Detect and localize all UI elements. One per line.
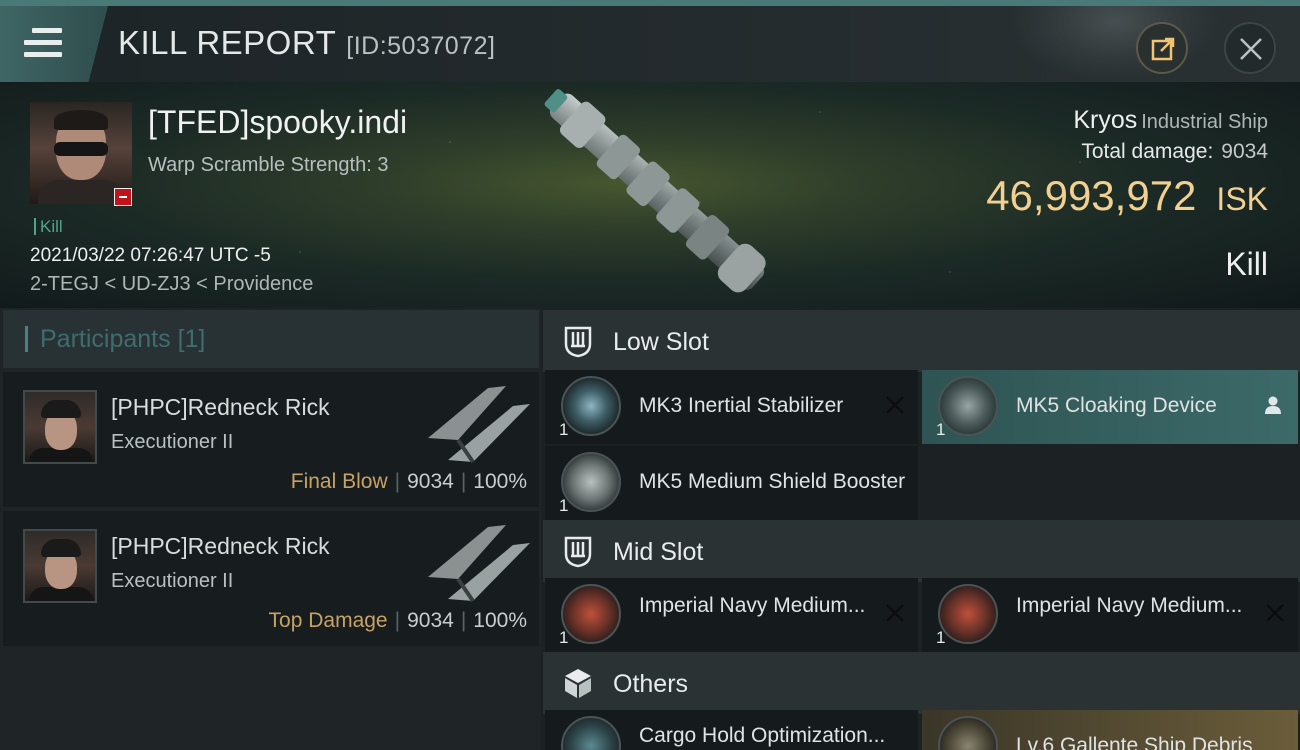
destroyed-x-icon (886, 396, 904, 414)
isk-currency: ISK (1216, 181, 1268, 217)
menu-button[interactable] (0, 6, 108, 82)
module-item[interactable]: 1 Imperial Navy Medium... (922, 578, 1298, 652)
report-id: [ID:5037072] (346, 32, 496, 60)
module-qty: 1 (559, 628, 569, 647)
standing-minus-icon (114, 188, 132, 206)
module-item[interactable]: Lv.6 Gallente Ship Debris (922, 710, 1298, 750)
total-damage: Total damage: 9034 (1081, 140, 1268, 164)
fitting-panel: Low Slot 1 MK3 Inertial Stabilizer 1 MK5… (541, 308, 1300, 750)
module-name: MK5 Medium Shield Booster (639, 470, 906, 493)
total-damage-label: Total damage: (1081, 140, 1214, 163)
module-name: Imperial Navy Medium... (639, 594, 866, 617)
participant-name: [PHPC]Redneck Rick (111, 394, 330, 420)
kill-summary: [TFED]spooky.indi Warp Scramble Strength… (0, 82, 1300, 308)
module-item[interactable]: 1 Imperial Navy Medium... (545, 578, 918, 652)
share-icon (1151, 37, 1175, 61)
section-low-slot: Low Slot (543, 310, 1300, 372)
participants-count: [1] (177, 325, 206, 353)
module-item[interactable]: 1 MK3 Inertial Stabilizer (545, 370, 918, 444)
module-name: Cargo Hold Optimization... (639, 724, 886, 747)
header-bar: KILL REPORT [ID:5037072] (0, 0, 1300, 82)
participant-ship-image (428, 386, 530, 464)
ship-class: Industrial Ship (1141, 111, 1268, 133)
module-name: MK5 Cloaking Device (1016, 394, 1217, 417)
ship-info: Kryos Industrial Ship (1073, 106, 1268, 135)
cargo-hold-optimization-icon (561, 716, 621, 750)
participant-percent: 100% (473, 470, 527, 493)
cloaking-device-icon (938, 376, 998, 436)
title-text: KILL REPORT (118, 24, 337, 61)
destroyed-x-icon (886, 604, 904, 622)
section-label: Low Slot (613, 328, 709, 356)
participant-role: Final Blow (290, 470, 388, 493)
participant-name: [PHPC]Redneck Rick (111, 533, 330, 559)
participant-damage: 9034 (407, 470, 454, 493)
destroyed-x-icon (1266, 604, 1284, 622)
ship-name[interactable]: Kryos (1073, 106, 1137, 134)
module-item[interactable]: 1 MK5 Medium Shield Booster (545, 446, 918, 520)
participant-ship: Executioner II (111, 570, 234, 592)
header-decoration (1010, 6, 1220, 82)
isk-value: 46,993,972 ISK (986, 172, 1268, 220)
ship-debris-icon (938, 716, 998, 750)
participant-stats: Final Blow | 9034 | 100% (290, 470, 527, 493)
participant-card[interactable]: [PHPC]Redneck Rick Executioner II Final … (3, 372, 539, 507)
participants-header[interactable]: Participants [1] (3, 310, 539, 368)
participant-ship-image (428, 525, 530, 603)
participant-avatar[interactable] (23, 390, 97, 464)
participants-label: Participants (40, 325, 171, 353)
module-name: Lv.6 Gallente Ship Debris (1016, 734, 1253, 750)
section-mid-slot: Mid Slot (543, 520, 1300, 582)
module-name: Imperial Navy Medium... (1016, 594, 1243, 617)
participant-role: Top Damage (268, 609, 388, 632)
inertial-stabilizer-icon (561, 376, 621, 436)
victim-name[interactable]: [TFED]spooky.indi (148, 104, 407, 141)
module-item[interactable]: Cargo Hold Optimization... (545, 710, 918, 750)
isk-amount: 46,993,972 (986, 172, 1197, 219)
close-button[interactable] (1224, 22, 1276, 74)
participant-stats: Top Damage | 9034 | 100% (268, 609, 527, 632)
kill-location: 2-TEGJ < UD-ZJ3 < Providence (30, 273, 314, 295)
hamburger-icon (24, 28, 62, 60)
ship-image (544, 89, 766, 293)
participants-panel: Participants [1] [PHPC]Redneck Rick Exec… (0, 308, 541, 750)
module-qty: 1 (936, 420, 946, 439)
module-qty: 1 (559, 420, 569, 439)
victim-subtitle: Warp Scramble Strength: 3 (148, 154, 389, 176)
close-icon (1240, 38, 1262, 60)
participant-avatar[interactable] (23, 529, 97, 603)
share-button[interactable] (1136, 22, 1188, 74)
participant-card[interactable]: [PHPC]Redneck Rick Executioner II Top Da… (3, 511, 539, 646)
section-others: Others (543, 652, 1300, 714)
section-label: Others (613, 670, 689, 698)
module-qty: 1 (936, 628, 946, 647)
capacitor-booster-icon (938, 584, 998, 644)
module-name: MK3 Inertial Stabilizer (639, 394, 844, 417)
module-item[interactable]: 1 MK5 Cloaking Device (922, 370, 1298, 444)
mid-slot-icon (564, 536, 592, 568)
kill-tag: Kill (34, 218, 63, 235)
participant-percent: 100% (473, 609, 527, 632)
participant-ship: Executioner II (111, 431, 234, 453)
module-qty: 1 (559, 496, 569, 515)
section-label: Mid Slot (613, 538, 704, 566)
kill-datetime: 2021/03/22 07:26:47 UTC -5 (30, 245, 271, 266)
cargo-box-icon (565, 669, 591, 698)
kill-result: Kill (1225, 246, 1268, 282)
page-title: KILL REPORT [ID:5037072] (118, 24, 495, 62)
dropped-person-icon (1265, 396, 1281, 414)
shield-booster-icon (561, 452, 621, 512)
low-slot-icon (564, 326, 592, 358)
participant-damage: 9034 (407, 609, 454, 632)
capacitor-booster-icon (561, 584, 621, 644)
total-damage-value: 9034 (1221, 140, 1268, 163)
